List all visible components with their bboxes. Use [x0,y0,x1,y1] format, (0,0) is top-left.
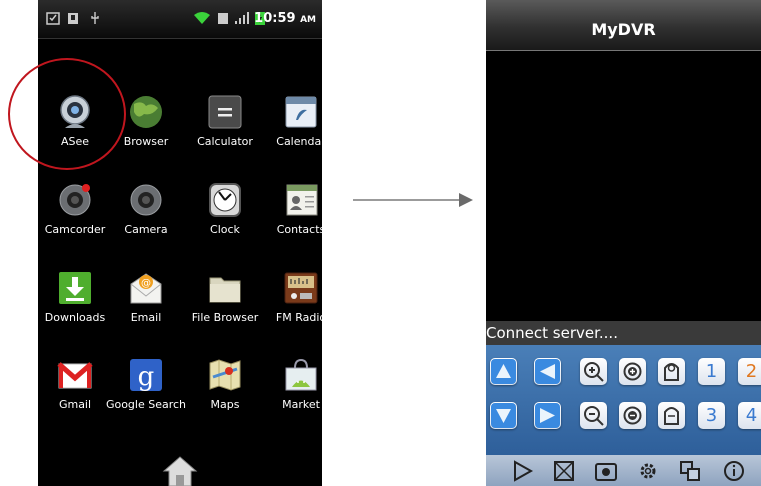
app-google-search[interactable]: g Google Search [106,357,186,437]
focus-plus-button[interactable] [619,358,646,385]
ptz-control-panel: 1 2 3 4 [486,345,761,455]
focus-plus-icon [623,362,642,381]
radio-icon [284,272,318,304]
app-gmail[interactable]: Gmail [38,357,112,437]
focus-minus-button[interactable] [619,402,646,429]
app-calendar[interactable]: Calendar [264,94,322,174]
play-icon[interactable] [510,459,534,483]
status-bar-clock: 10:59 AM [254,11,316,26]
status-bar: 10:59 AM [38,0,322,39]
multi-view-icon[interactable] [678,459,702,483]
channel-number: 2 [745,361,758,382]
globe-icon [130,96,162,128]
app-file-browser[interactable]: File Browser [188,270,262,350]
app-camcorder[interactable]: Camcorder [38,182,112,262]
signal-strength-icon [235,12,249,24]
app-maps[interactable]: Maps [188,357,262,437]
video-viewport[interactable] [486,51,761,321]
app-label: Camera [124,223,168,236]
stop-icon[interactable] [552,459,576,483]
iris-open-button[interactable] [658,358,685,385]
app-downloads[interactable]: Downloads [38,270,112,350]
zoom-in-button[interactable] [580,358,607,385]
arrow-right-icon [535,403,560,428]
info-icon[interactable] [722,459,746,483]
app-label: Calculator [197,135,253,148]
usb-icon [91,12,99,24]
clock-icon [209,183,241,217]
gear-icon[interactable] [636,459,660,483]
folder-icon [209,277,241,303]
app-label: Google Search [105,398,187,411]
svg-text:@: @ [141,278,151,289]
ptz-right-button[interactable] [534,402,561,429]
app-label: Contacts [276,223,322,236]
sd-card-notification-icon [68,13,78,24]
channel-number: 1 [705,361,718,382]
ptz-up-button[interactable] [490,358,517,385]
iris-open-icon [664,363,679,381]
arrow-left-icon [535,359,560,384]
app-calculator[interactable]: Calculator [188,94,262,174]
contacts-icon [286,184,318,216]
camcorder-icon [59,184,91,216]
zoom-out-icon [584,406,604,426]
mydvr-screen: MyDVR Connect server.... 1 2 3 4 [486,0,761,486]
app-label: File Browser [191,311,259,324]
app-label: Maps [210,398,240,411]
data-transfer-icon [218,13,228,24]
market-icon [285,358,317,391]
arrow-up-icon [491,359,516,384]
channel-2-button[interactable]: 2 [738,358,761,385]
svg-text:g: g [138,362,155,392]
channel-3-button[interactable]: 3 [698,402,725,429]
channel-4-button[interactable]: 4 [738,402,761,429]
checkbox-notification-icon [46,12,60,25]
title-bar: MyDVR [486,0,761,51]
app-clock[interactable]: Clock [188,182,262,262]
connection-status: Connect server.... [486,321,761,345]
download-icon [59,272,91,304]
wifi-icon [194,12,210,24]
home-icon[interactable] [162,455,198,486]
maps-icon [209,359,241,391]
snapshot-icon[interactable] [594,459,618,483]
channel-number: 3 [705,405,718,426]
focus-minus-icon [623,406,642,425]
app-label: Clock [210,223,240,236]
app-label: FM Radio [275,311,322,324]
highlight-circle-annotation [8,58,126,170]
iris-close-icon [664,407,679,425]
google-search-icon: g [130,359,162,392]
app-contacts[interactable]: Contacts [264,182,322,262]
email-icon: @ [130,273,162,304]
iris-close-button[interactable] [658,402,685,429]
app-market[interactable]: Market [264,357,322,437]
arrow-down-icon [491,403,516,428]
zoom-in-icon [584,362,604,382]
calendar-icon [285,96,317,128]
camera-icon [130,184,162,216]
app-camera[interactable]: Camera [109,182,183,262]
app-email[interactable]: @ Email [109,270,183,350]
ptz-down-button[interactable] [490,402,517,429]
calculator-icon [208,95,242,129]
right-arrow-icon [353,193,473,207]
channel-1-button[interactable]: 1 [698,358,725,385]
channel-number: 4 [745,405,758,426]
app-label: Email [130,311,162,324]
gmail-icon [57,362,93,389]
bottom-toolbar [486,455,761,486]
app-label: Market [282,398,320,411]
ptz-left-button[interactable] [534,358,561,385]
app-title: MyDVR [591,20,656,39]
app-label: Calendar [276,135,322,148]
zoom-out-button[interactable] [580,402,607,429]
app-fm-radio[interactable]: FM Radio [264,270,322,350]
